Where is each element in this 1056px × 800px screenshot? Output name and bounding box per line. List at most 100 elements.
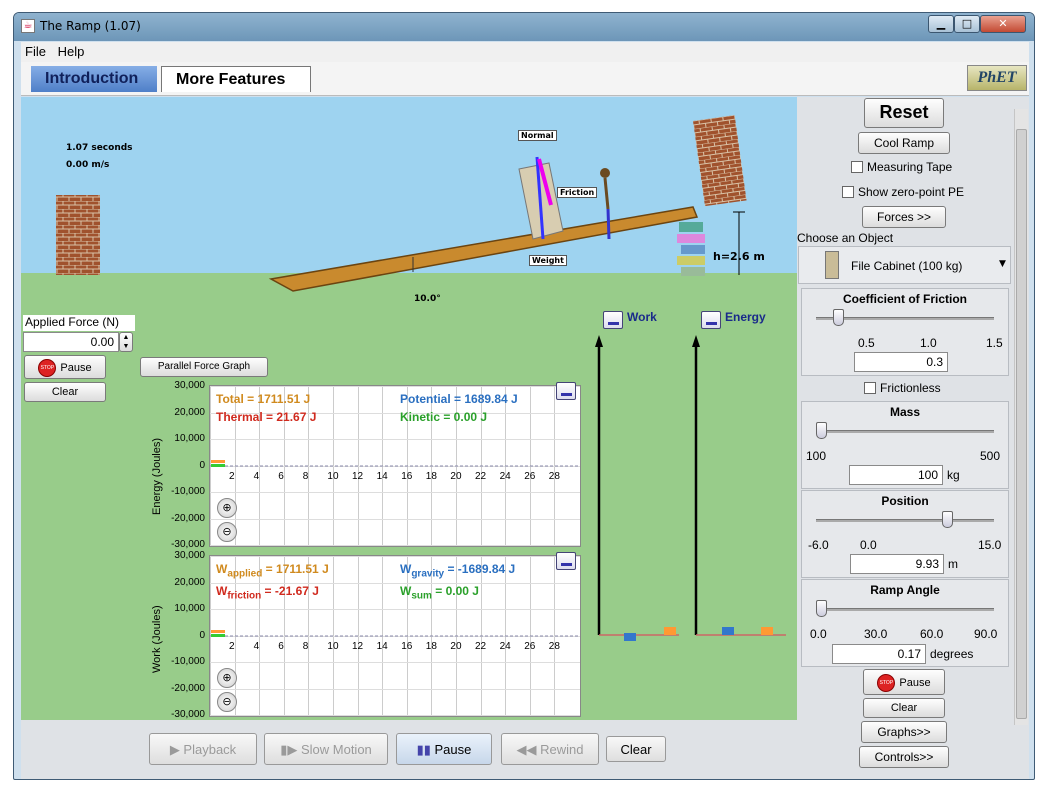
graphs-button[interactable]: Graphs>> — [861, 721, 947, 743]
work-bars-minimize-icon[interactable] — [603, 311, 623, 329]
chevron-down-icon: ▼ — [999, 259, 1006, 269]
energy-graph[interactable]: 2 4 6 8 10 12 14 16 18 20 22 24 26 28 Total = 1711.51… — [209, 382, 581, 547]
work-xtick: 12 — [352, 641, 364, 652]
forces-button[interactable]: Forces >> — [862, 206, 946, 228]
work-xtick: 4 — [253, 641, 260, 652]
pause-button[interactable]: STOP Pause — [863, 669, 945, 695]
applied-pause-button[interactable]: STOP Pause — [24, 355, 106, 379]
simulation-canvas[interactable]: 1.07 seconds 0.00 m/s 10.0° h=2.6 m Norm… — [21, 97, 797, 720]
zero-pe-checkbox[interactable]: Show zero-point PE — [842, 185, 964, 199]
minimize-icon[interactable]: ▁ — [928, 15, 954, 33]
friction-tick-1: 1.0 — [920, 336, 937, 350]
checkbox-icon — [842, 186, 854, 198]
energy-xtick: 4 — [253, 471, 260, 482]
scroll-thumb[interactable] — [1016, 129, 1027, 719]
energy-xtick: 18 — [425, 471, 437, 482]
java-app-icon: ☕ — [21, 19, 35, 33]
energy-thermal-label: Thermal = 21.67 J — [216, 410, 317, 424]
work-zoom-in-icon[interactable]: ⊕ — [217, 668, 237, 688]
cool-ramp-button[interactable]: Cool Ramp — [858, 132, 950, 154]
normal-label: Normal — [518, 130, 557, 141]
file-cabinet-icon — [825, 251, 839, 279]
maximize-icon[interactable]: □ — [954, 15, 980, 33]
work-xtick: 20 — [450, 641, 462, 652]
menu-help[interactable]: Help — [54, 42, 89, 61]
phet-logo[interactable]: PhET — [967, 65, 1027, 91]
position-slider-thumb[interactable] — [942, 511, 953, 528]
main-clear-button[interactable]: Clear — [606, 736, 666, 762]
energy-ytick: 20,000 — [174, 406, 205, 418]
work-ytick: 20,000 — [174, 576, 205, 588]
angle-tick-2: 60.0 — [920, 627, 944, 641]
friction-slider[interactable] — [816, 309, 994, 326]
rewind-button[interactable]: ◀◀ Rewind — [501, 733, 599, 765]
height-readout: h=2.6 m — [713, 250, 765, 263]
frictionless-label: Frictionless — [880, 381, 941, 395]
energy-total-label: Total = 1711.51 J — [216, 392, 311, 406]
work-bars-title: Work — [627, 310, 657, 324]
work-zoom-out-icon[interactable]: ⊖ — [217, 692, 237, 712]
more-controls-button[interactable]: Controls>> — [859, 746, 949, 768]
applied-force-label: Applied Force (N) — [23, 315, 135, 331]
position-slider[interactable] — [816, 511, 994, 528]
playback-button[interactable]: ▶ Playback — [149, 733, 257, 765]
choose-object-label: Choose an Object — [797, 231, 894, 245]
position-input[interactable]: 9.93 — [850, 554, 944, 574]
energy-potential-label: Potential = 1689.84 J — [400, 392, 518, 406]
parallel-force-graph-button[interactable]: Parallel Force Graph — [140, 357, 268, 377]
mass-slider-thumb[interactable] — [816, 422, 827, 439]
energy-zoom-in-icon[interactable]: ⊕ — [217, 498, 237, 518]
mass-slider[interactable] — [816, 422, 994, 439]
applied-force-spinner[interactable]: ▲ ▼ — [119, 332, 133, 352]
mass-min: 100 — [806, 449, 827, 463]
control-panel-scrollbar[interactable] — [1014, 109, 1028, 725]
work-graph-minimize-icon[interactable] — [556, 552, 576, 570]
main-pause-button[interactable]: ▮▮ Pause — [396, 733, 492, 765]
playback-label: Playback — [183, 742, 237, 757]
position-tick-2: 15.0 — [978, 538, 1002, 552]
work-ytick: 10,000 — [174, 603, 205, 614]
ramp-angle-slider[interactable] — [816, 600, 994, 617]
ramp-angle-slider-thumb[interactable] — [816, 600, 827, 617]
angle-tick-3: 90.0 — [974, 627, 998, 641]
work-y-label: Work (Joules) — [151, 605, 163, 673]
menu-file[interactable]: File — [21, 42, 50, 61]
weight-label: Weight — [529, 255, 567, 266]
mass-max: 500 — [980, 449, 1001, 463]
position-title: Position — [881, 494, 929, 508]
mass-title: Mass — [889, 405, 921, 419]
energy-graph-minimize-icon[interactable] — [556, 382, 576, 400]
energy-ytick: 0 — [199, 459, 205, 471]
tab-introduction[interactable]: Introduction — [31, 66, 157, 92]
close-icon[interactable]: ✕ — [980, 15, 1026, 33]
object-select[interactable]: File Cabinet (100 kg) ▼ — [798, 246, 1011, 284]
work-ytick: -30,000 — [171, 709, 205, 720]
energy-ytick: 10,000 — [174, 433, 205, 444]
applied-force-input[interactable]: 0.00 — [23, 332, 119, 352]
frictionless-checkbox[interactable]: Frictionless — [864, 381, 941, 395]
clear-button[interactable]: Clear — [863, 698, 945, 718]
reset-button[interactable]: Reset — [864, 98, 944, 128]
applied-clear-button[interactable]: Clear — [24, 382, 106, 402]
work-graph[interactable]: 2 4 6 8 10 12 14 16 18 20 22 24 26 28 Wapplied = 1711… — [209, 552, 581, 717]
object-select-value: File Cabinet (100 kg) — [851, 259, 963, 273]
ramp-angle-panel: Ramp Angle 0.0 30.0 60.0 90.0 0.17 degre… — [801, 579, 1009, 667]
tab-more-features[interactable]: More Features — [161, 66, 311, 92]
work-xtick: 24 — [499, 641, 511, 652]
energy-xtick: 10 — [327, 471, 339, 482]
ramp-board[interactable] — [268, 206, 699, 292]
measuring-tape-checkbox[interactable]: Measuring Tape — [851, 160, 952, 174]
ramp-angle-input[interactable]: 0.17 — [832, 644, 926, 664]
checkbox-icon — [864, 382, 876, 394]
energy-xtick: 24 — [499, 471, 511, 482]
energy-bars-minimize-icon[interactable] — [701, 311, 721, 329]
friction-input[interactable]: 0.3 — [854, 352, 948, 372]
work-ytick: 30,000 — [174, 550, 205, 561]
slow-motion-button[interactable]: ▮▶ Slow Motion — [264, 733, 388, 765]
mass-input[interactable]: 100 — [849, 465, 943, 485]
work-ytick: -20,000 — [171, 682, 205, 694]
energy-zoom-out-icon[interactable]: ⊖ — [217, 522, 237, 542]
left-brick-wall — [56, 195, 100, 275]
work-xtick: 18 — [425, 641, 437, 652]
friction-slider-thumb[interactable] — [833, 309, 844, 326]
